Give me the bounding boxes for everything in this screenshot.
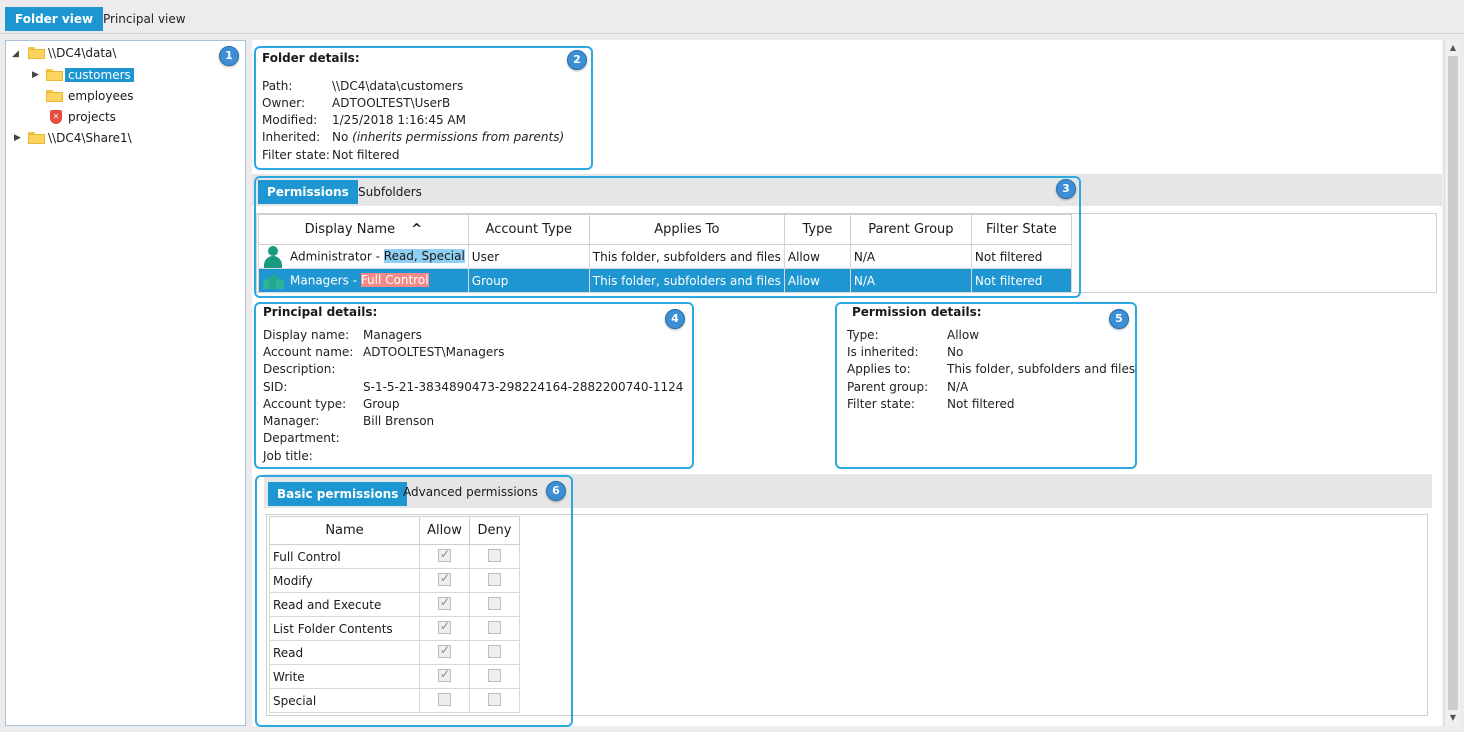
tree-item-employees[interactable]: employees: [68, 87, 133, 106]
perm-filter-state-value: Not filtered: [947, 397, 1015, 411]
account-type-label: Account type:: [263, 397, 347, 411]
sid-value: S-1-5-21-3834890473-298224164-2882200740…: [363, 380, 684, 394]
callout-badge-3: 3: [1056, 179, 1076, 199]
account-name-value: ADTOOLTEST\Managers: [363, 345, 505, 359]
tree-item-label: \\DC4\Share1\: [48, 131, 132, 145]
tree-item-dc4-data[interactable]: \\DC4\data\: [48, 44, 116, 63]
is-inherited-label: Is inherited:: [847, 345, 919, 359]
permission-details-title: Permission details:: [852, 305, 982, 319]
callout-badge-4: 4: [665, 309, 685, 329]
account-type-value: Group: [363, 397, 400, 411]
applies-to-value: This folder, subfolders and files: [947, 362, 1136, 376]
tree-item-label: employees: [68, 89, 134, 103]
principal-details-title: Principal details:: [263, 305, 378, 319]
scroll-up-icon[interactable]: ▲: [1447, 42, 1459, 54]
view-tab-bar: Folder view Principal view: [0, 0, 1464, 34]
tab-principal-view[interactable]: Principal view: [93, 7, 196, 31]
parent-group-label: Parent group:: [847, 380, 929, 394]
parent-group-value: N/A: [947, 380, 969, 394]
perm-type-value: Allow: [947, 328, 980, 342]
modified-value: 1/25/2018 1:16:45 AM: [332, 113, 466, 127]
folder-icon: [46, 90, 63, 102]
folder-tree: ◢ \\DC4\data\ ▶ customers employees ✕ pr…: [5, 40, 246, 726]
folder-icon: [28, 132, 45, 144]
job-title-label: Job title:: [263, 449, 313, 463]
callout-badge-2: 2: [567, 50, 587, 70]
folder-icon: [46, 69, 63, 81]
inherited-value: No (inherits permissions from parents): [332, 130, 565, 144]
perm-type-label: Type:: [847, 328, 879, 342]
tree-item-label: \\DC4\data\: [48, 46, 117, 60]
collapse-arrow-icon[interactable]: ◢: [12, 49, 22, 59]
is-inherited-value: No: [947, 345, 964, 359]
path-label: Path:: [262, 79, 293, 93]
owner-value: ADTOOLTEST\UserB: [332, 96, 451, 110]
manager-label: Manager:: [263, 414, 320, 428]
expand-arrow-icon[interactable]: ▶: [14, 133, 24, 143]
scroll-thumb[interactable]: [1448, 56, 1458, 710]
filter-state-label: Filter state:: [262, 148, 330, 162]
display-name-value: Managers: [363, 328, 422, 342]
basic-permissions-callout: [255, 475, 573, 727]
restricted-shield-icon: ✕: [50, 110, 62, 124]
tree-item-label: customers: [65, 68, 134, 82]
tree-item-customers[interactable]: customers: [65, 66, 134, 85]
vertical-scrollbar[interactable]: ▲ ▼: [1444, 40, 1460, 726]
filter-state-value: Not filtered: [332, 148, 400, 162]
description-label: Description:: [263, 362, 336, 376]
tree-item-dc4-share1[interactable]: \\DC4\Share1\: [48, 129, 132, 148]
department-label: Department:: [263, 431, 340, 445]
account-name-label: Account name:: [263, 345, 354, 359]
expand-arrow-icon[interactable]: ▶: [32, 70, 42, 80]
applies-to-label: Applies to:: [847, 362, 911, 376]
owner-label: Owner:: [262, 96, 306, 110]
details-panel: Folder details: Path: Owner: Modified: I…: [252, 40, 1442, 727]
folder-details-title: Folder details:: [262, 51, 360, 65]
folder-icon: [28, 47, 45, 59]
inherited-label: Inherited:: [262, 130, 321, 144]
scroll-down-icon[interactable]: ▼: [1447, 712, 1459, 724]
display-name-label: Display name:: [263, 328, 350, 342]
tree-item-projects[interactable]: projects: [68, 108, 116, 127]
permissions-callout: [254, 176, 1081, 298]
modified-label: Modified:: [262, 113, 318, 127]
sid-label: SID:: [263, 380, 288, 394]
callout-badge-1: 1: [219, 46, 239, 66]
manager-value: Bill Brenson: [363, 414, 435, 428]
perm-filter-state-label: Filter state:: [847, 397, 915, 411]
tab-folder-view[interactable]: Folder view: [5, 7, 104, 31]
path-value: \\DC4\data\customers: [332, 79, 464, 93]
callout-badge-5: 5: [1109, 309, 1129, 329]
tree-item-label: projects: [68, 110, 116, 124]
callout-badge-6: 6: [546, 481, 566, 501]
